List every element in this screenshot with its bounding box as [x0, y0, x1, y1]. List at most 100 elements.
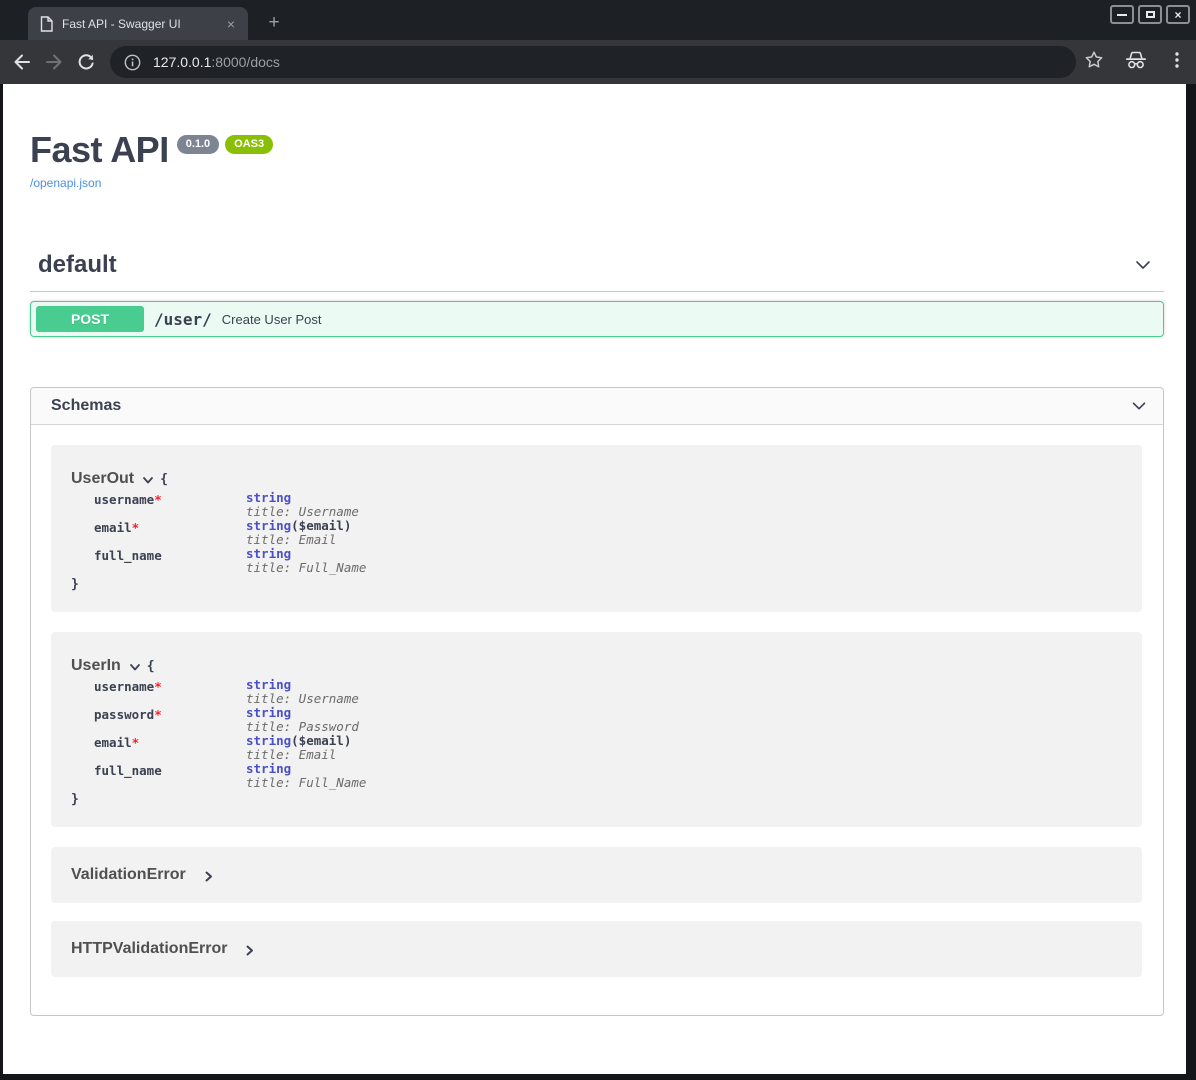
- property-type: string: [246, 490, 291, 505]
- maximize-button[interactable]: [1138, 5, 1162, 24]
- schemas-title: Schemas: [51, 397, 121, 415]
- browser-menu-icon[interactable]: [1168, 50, 1186, 70]
- browser-tab[interactable]: Fast API - Swagger UI ×: [28, 7, 248, 40]
- property-format: ($email): [291, 733, 351, 748]
- property-type: string: [246, 677, 291, 692]
- incognito-icon: [1124, 50, 1148, 70]
- chevron-down-icon[interactable]: [1129, 396, 1149, 416]
- property-row: password* string title: Password: [94, 706, 366, 734]
- window-controls: ×: [1110, 5, 1190, 24]
- api-title: Fast API: [30, 132, 169, 168]
- model-name: HTTPValidationError: [71, 940, 227, 958]
- chevron-down-icon[interactable]: [1132, 254, 1154, 276]
- chevron-down-icon[interactable]: [141, 473, 155, 487]
- api-info: Fast API 0.1.0 OAS3 /openapi.json: [30, 84, 1164, 192]
- url-path: :8000/docs: [211, 54, 280, 70]
- property-row: email* string($email) title: Email: [94, 519, 366, 547]
- property-type: string: [246, 546, 291, 561]
- openapi-spec-link[interactable]: /openapi.json: [30, 176, 101, 190]
- tab-title: Fast API - Swagger UI: [62, 17, 222, 31]
- model-properties: username* string title: Username passwor…: [94, 678, 366, 790]
- reload-button[interactable]: [76, 52, 96, 72]
- required-star: *: [132, 735, 140, 750]
- property-type: string: [246, 518, 291, 533]
- property-name: password: [94, 707, 154, 722]
- url-bar[interactable]: 127.0.0.1:8000/docs: [110, 46, 1076, 78]
- schemas-header[interactable]: Schemas: [31, 388, 1163, 425]
- minimize-icon: [1117, 14, 1127, 16]
- property-name: full_name: [94, 763, 162, 778]
- chevron-down-icon[interactable]: [128, 660, 142, 674]
- http-method-button[interactable]: POST: [36, 306, 144, 332]
- operation-path: /user/: [154, 310, 212, 329]
- open-brace: {: [160, 472, 168, 487]
- model-toggle-row[interactable]: UserIn {: [71, 657, 1122, 675]
- close-button[interactable]: ×: [1166, 5, 1190, 24]
- swagger-container: Fast API 0.1.0 OAS3 /openapi.json defaul…: [30, 84, 1164, 1016]
- model-name: ValidationError: [71, 866, 186, 884]
- property-type: string: [246, 705, 291, 720]
- property-format: ($email): [291, 518, 351, 533]
- required-star: *: [154, 707, 162, 722]
- required-star: *: [154, 679, 162, 694]
- model-properties: username* string title: Username email* …: [94, 491, 366, 575]
- tag-header[interactable]: default: [30, 251, 1164, 292]
- required-star: *: [132, 520, 140, 535]
- property-title: title: Email: [246, 748, 366, 762]
- url-host: 127.0.0.1: [153, 54, 211, 70]
- property-title: title: Password: [246, 720, 366, 734]
- schema-model-validationerror[interactable]: ValidationError: [51, 847, 1142, 903]
- property-name: email: [94, 520, 132, 535]
- property-title: title: Email: [246, 533, 366, 547]
- browser-titlebar: Fast API - Swagger UI × + ×: [0, 0, 1196, 40]
- open-brace: {: [147, 659, 155, 674]
- new-tab-button[interactable]: +: [262, 13, 286, 35]
- property-row: email* string($email) title: Email: [94, 734, 366, 762]
- model-name: UserIn: [71, 657, 121, 675]
- page-viewport: Fast API 0.1.0 OAS3 /openapi.json defaul…: [3, 84, 1186, 1074]
- property-row: username* string title: Username: [94, 678, 366, 706]
- property-title: title: Username: [246, 692, 366, 706]
- required-star: *: [154, 492, 162, 507]
- toolbar-right-icons: [1084, 50, 1186, 70]
- property-row: username* string title: Username: [94, 491, 366, 519]
- forward-button[interactable]: [44, 52, 64, 72]
- chevron-right-icon[interactable]: [202, 870, 215, 883]
- schemas-section: Schemas UserOut {: [30, 387, 1164, 1016]
- site-info-icon[interactable]: [124, 54, 141, 71]
- property-row: full_name string title: Full_Name: [94, 762, 366, 790]
- opblock-post-user[interactable]: POST /user/ Create User Post: [30, 301, 1164, 337]
- model-toggle-row[interactable]: UserOut {: [71, 470, 1122, 488]
- back-button[interactable]: [12, 52, 32, 72]
- property-name: full_name: [94, 548, 162, 563]
- property-row: full_name string title: Full_Name: [94, 547, 366, 575]
- schema-model-httpvalidationerror[interactable]: HTTPValidationError: [51, 921, 1142, 977]
- close-icon: ×: [1174, 9, 1181, 21]
- schemas-body: UserOut { username* string title: Userna…: [31, 425, 1163, 1015]
- property-title: title: Username: [246, 505, 366, 519]
- bookmark-star-icon[interactable]: [1084, 50, 1104, 70]
- property-title: title: Full_Name: [246, 776, 366, 790]
- oas-badge: OAS3: [225, 135, 273, 154]
- model-name: UserOut: [71, 470, 134, 488]
- close-brace: }: [71, 792, 1122, 807]
- property-type: string: [246, 733, 291, 748]
- close-brace: }: [71, 577, 1122, 592]
- chevron-right-icon[interactable]: [243, 944, 256, 957]
- property-name: email: [94, 735, 132, 750]
- url-text: 127.0.0.1:8000/docs: [153, 54, 280, 70]
- tab-close-icon[interactable]: ×: [222, 15, 240, 33]
- minimize-button[interactable]: [1110, 5, 1134, 24]
- tag-section-default: default POST /user/ Create User Post: [30, 251, 1164, 337]
- tag-name: default: [38, 251, 117, 279]
- maximize-icon: [1146, 11, 1155, 18]
- property-type: string: [246, 761, 291, 776]
- property-name: username: [94, 679, 154, 694]
- schema-model-userout: UserOut { username* string title: Userna…: [51, 445, 1142, 612]
- property-name: username: [94, 492, 154, 507]
- operation-summary: Create User Post: [222, 312, 322, 327]
- page-favicon-icon: [40, 16, 53, 32]
- schema-model-userin: UserIn { username* string title: Usernam…: [51, 632, 1142, 827]
- property-title: title: Full_Name: [246, 561, 366, 575]
- version-badge: 0.1.0: [177, 135, 219, 154]
